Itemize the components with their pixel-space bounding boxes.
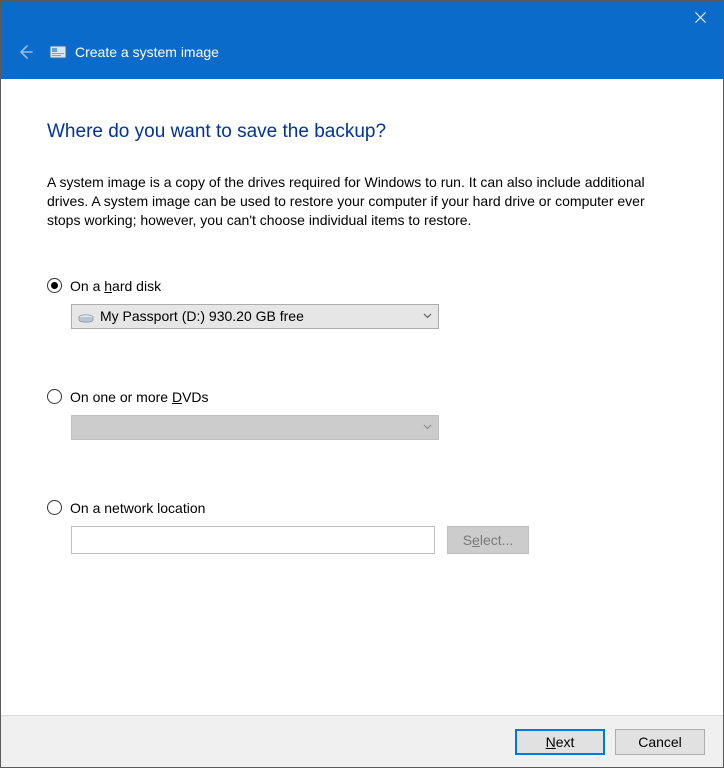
- close-button[interactable]: [677, 1, 723, 33]
- radio-network-label[interactable]: On a network location: [70, 500, 205, 516]
- hard-disk-dropdown[interactable]: My Passport (D:) 930.20 GB free: [71, 304, 439, 329]
- radio-dvds[interactable]: [47, 389, 62, 404]
- footer: Next Cancel: [1, 715, 723, 767]
- hard-disk-selected: My Passport (D:) 930.20 GB free: [100, 308, 304, 324]
- disk-icon: [78, 311, 94, 321]
- radio-hard-disk[interactable]: [47, 278, 62, 293]
- window-title: Create a system image: [75, 44, 219, 60]
- option-hard-disk: On a hard disk My Passport (D:) 930.20 G…: [47, 278, 677, 329]
- cancel-button[interactable]: Cancel: [615, 729, 705, 755]
- titlebar: [1, 1, 723, 33]
- radio-hard-disk-label[interactable]: On a hard disk: [70, 278, 161, 294]
- close-icon: [695, 12, 706, 23]
- dvds-dropdown: [71, 415, 439, 440]
- wizard-window: Create a system image Where do you want …: [0, 0, 724, 768]
- header-bar: Create a system image: [1, 33, 723, 79]
- chevron-down-icon: [416, 416, 438, 439]
- radio-network[interactable]: [47, 500, 62, 515]
- content-area: Where do you want to save the backup? A …: [1, 79, 723, 715]
- wizard-icon: [49, 43, 67, 61]
- radio-dvds-label[interactable]: On one or more DVDs: [70, 389, 209, 405]
- back-arrow-icon: [16, 43, 34, 61]
- page-heading: Where do you want to save the backup?: [47, 121, 677, 143]
- network-path-input: [71, 526, 435, 554]
- chevron-down-icon: [416, 305, 438, 328]
- next-button[interactable]: Next: [515, 729, 605, 755]
- select-button: Select...: [447, 526, 529, 554]
- option-network: On a network location Select...: [47, 500, 677, 554]
- option-dvds: On one or more DVDs: [47, 389, 677, 440]
- page-description: A system image is a copy of the drives r…: [47, 173, 677, 230]
- back-button: [13, 40, 37, 64]
